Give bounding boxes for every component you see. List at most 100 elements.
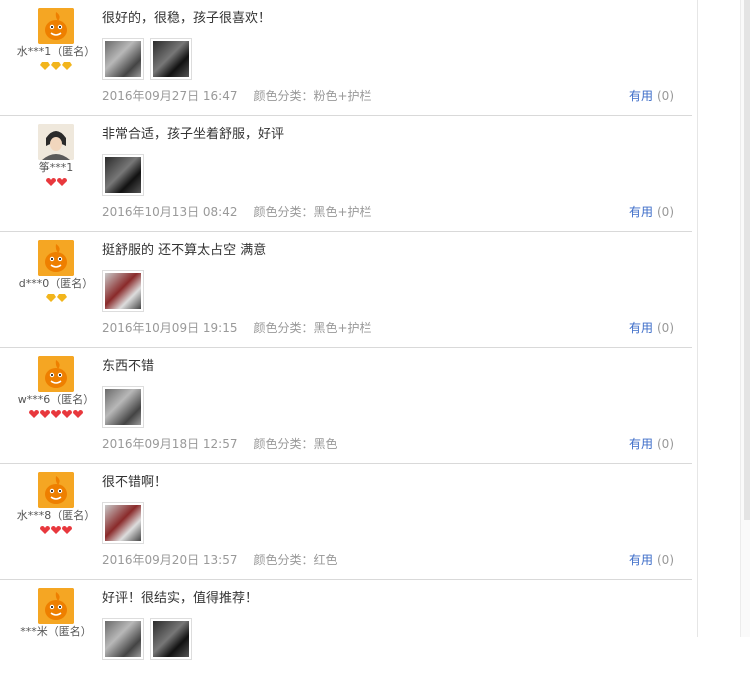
useful-button[interactable]: 有用 xyxy=(629,205,653,219)
reviewer-name: 筝***1 xyxy=(38,161,74,174)
user-avatar[interactable] xyxy=(38,8,74,44)
reviewer-name: 水***8（匿名） xyxy=(16,509,96,522)
reviewer-name: 水***1（匿名） xyxy=(16,45,96,58)
useful-button[interactable]: 有用 xyxy=(629,437,653,451)
review-sku: 颜色分类：黑色+护栏 xyxy=(253,321,372,335)
reviewer-badges xyxy=(0,526,112,535)
red-heart-icon xyxy=(40,410,50,418)
review-photo[interactable] xyxy=(102,270,144,312)
reviewer-badges xyxy=(0,178,112,187)
reviewer: 水***1（匿名） xyxy=(0,8,112,71)
red-heart-icon xyxy=(62,410,72,418)
review-meta: 2016年09月20日 13:57 颜色分类：红色 xyxy=(102,552,338,568)
reviewer: w***6（匿名） xyxy=(0,356,112,419)
gold-diamond-icon xyxy=(62,62,72,70)
useful-button[interactable]: 有用 xyxy=(629,321,653,335)
reviewer: 筝***1 xyxy=(0,124,112,187)
useful-vote: 有用 (0) xyxy=(629,88,674,104)
review-photos xyxy=(102,270,674,312)
gold-diamond-icon xyxy=(56,294,67,302)
user-avatar[interactable] xyxy=(38,588,74,624)
user-avatar[interactable] xyxy=(38,356,74,392)
review-item: w***6（匿名） 东西不错 2016年09月18日 12:57 颜色分类：黑色 … xyxy=(0,348,692,464)
useful-count: (0) xyxy=(657,205,674,219)
review-photo[interactable] xyxy=(102,502,144,544)
review-text: 很好的，很稳，孩子很喜欢！ xyxy=(102,11,272,26)
red-heart-icon xyxy=(51,410,61,418)
review-photo[interactable] xyxy=(102,38,144,80)
review-sku: 颜色分类：黑色+护栏 xyxy=(253,205,372,219)
photo-avatar-icon xyxy=(38,124,74,160)
mascot-icon xyxy=(38,8,74,44)
gold-diamond-icon xyxy=(45,294,56,302)
user-avatar[interactable] xyxy=(38,124,74,160)
reviewer-badges xyxy=(0,410,112,419)
red-heart-icon xyxy=(73,410,83,418)
review-sku: 颜色分类：黑色 xyxy=(253,437,338,451)
review-photos xyxy=(102,386,674,428)
review-photo[interactable] xyxy=(102,154,144,196)
review-date: 2016年09月20日 13:57 xyxy=(102,553,238,567)
scrollbar-thumb[interactable] xyxy=(744,0,750,520)
useful-count: (0) xyxy=(657,321,674,335)
red-heart-icon xyxy=(56,178,67,186)
reviewer-name: w***6（匿名） xyxy=(17,393,95,406)
review-meta: 2016年10月13日 08:42 颜色分类：黑色+护栏 xyxy=(102,204,372,220)
review-photo[interactable] xyxy=(150,38,192,80)
review-photos xyxy=(102,618,674,660)
useful-button[interactable]: 有用 xyxy=(629,553,653,567)
review-text: 非常合适，孩子坐着舒服，好评 xyxy=(102,127,285,142)
gold-diamond-icon xyxy=(51,62,61,70)
review-item: d***0（匿名） 挺舒服的 还不算太占空 满意 2016年10月09日 19:… xyxy=(0,232,692,348)
reviewer-badges xyxy=(0,62,112,71)
reviewer: ***米（匿名） xyxy=(0,588,112,639)
mascot-icon xyxy=(38,472,74,508)
review-text: 挺舒服的 还不算太占空 满意 xyxy=(102,243,267,258)
useful-count: (0) xyxy=(657,553,674,567)
mascot-icon xyxy=(38,588,74,624)
review-photos xyxy=(102,154,674,196)
red-heart-icon xyxy=(51,526,61,534)
reviewer: d***0（匿名） xyxy=(0,240,112,303)
useful-vote: 有用 (0) xyxy=(629,436,674,452)
content-divider xyxy=(697,0,698,637)
user-avatar[interactable] xyxy=(38,240,74,276)
review-photos xyxy=(102,38,674,80)
review-text: 东西不错 xyxy=(102,359,155,374)
review-text: 很不错啊！ xyxy=(102,475,168,490)
review-date: 2016年09月27日 16:47 xyxy=(102,89,238,103)
user-avatar[interactable] xyxy=(38,472,74,508)
review-date: 2016年09月18日 12:57 xyxy=(102,437,238,451)
review-sku: 颜色分类：红色 xyxy=(253,553,338,567)
review-photo[interactable] xyxy=(102,618,144,660)
red-heart-icon xyxy=(45,178,56,186)
mascot-icon xyxy=(38,240,74,276)
useful-vote: 有用 (0) xyxy=(629,320,674,336)
useful-button[interactable]: 有用 xyxy=(629,89,653,103)
review-photo[interactable] xyxy=(102,386,144,428)
review-text: 好评！很结实，值得推荐！ xyxy=(102,591,259,606)
review-item: 水***8（匿名） 很不错啊！ 2016年09月20日 13:57 颜色分类：红色… xyxy=(0,464,692,580)
red-heart-icon xyxy=(62,526,72,534)
review-item: 筝***1 非常合适，孩子坐着舒服，好评 2016年10月13日 08:42 颜色… xyxy=(0,116,692,232)
red-heart-icon xyxy=(40,526,50,534)
review-photo[interactable] xyxy=(150,618,192,660)
reviewer-badges xyxy=(0,294,112,303)
useful-vote: 有用 (0) xyxy=(629,204,674,220)
review-item: 水***1（匿名） 很好的，很稳，孩子很喜欢！ 2016年09月27日 16:4… xyxy=(0,0,692,116)
review-item: ***米（匿名） 好评！很结实，值得推荐！ xyxy=(0,580,692,695)
useful-count: (0) xyxy=(657,89,674,103)
red-heart-icon xyxy=(29,410,39,418)
reviewer-name: d***0（匿名） xyxy=(18,277,94,290)
review-date: 2016年10月13日 08:42 xyxy=(102,205,238,219)
useful-vote: 有用 (0) xyxy=(629,552,674,568)
useful-count: (0) xyxy=(657,437,674,451)
review-meta: 2016年09月18日 12:57 颜色分类：黑色 xyxy=(102,436,338,452)
gold-diamond-icon xyxy=(40,62,50,70)
review-photos xyxy=(102,502,674,544)
review-list: 水***1（匿名） 很好的，很稳，孩子很喜欢！ 2016年09月27日 16:4… xyxy=(0,0,692,695)
review-meta: 2016年09月27日 16:47 颜色分类：粉色+护栏 xyxy=(102,88,372,104)
review-meta: 2016年10月09日 19:15 颜色分类：黑色+护栏 xyxy=(102,320,372,336)
mascot-icon xyxy=(38,356,74,392)
review-date: 2016年10月09日 19:15 xyxy=(102,321,238,335)
